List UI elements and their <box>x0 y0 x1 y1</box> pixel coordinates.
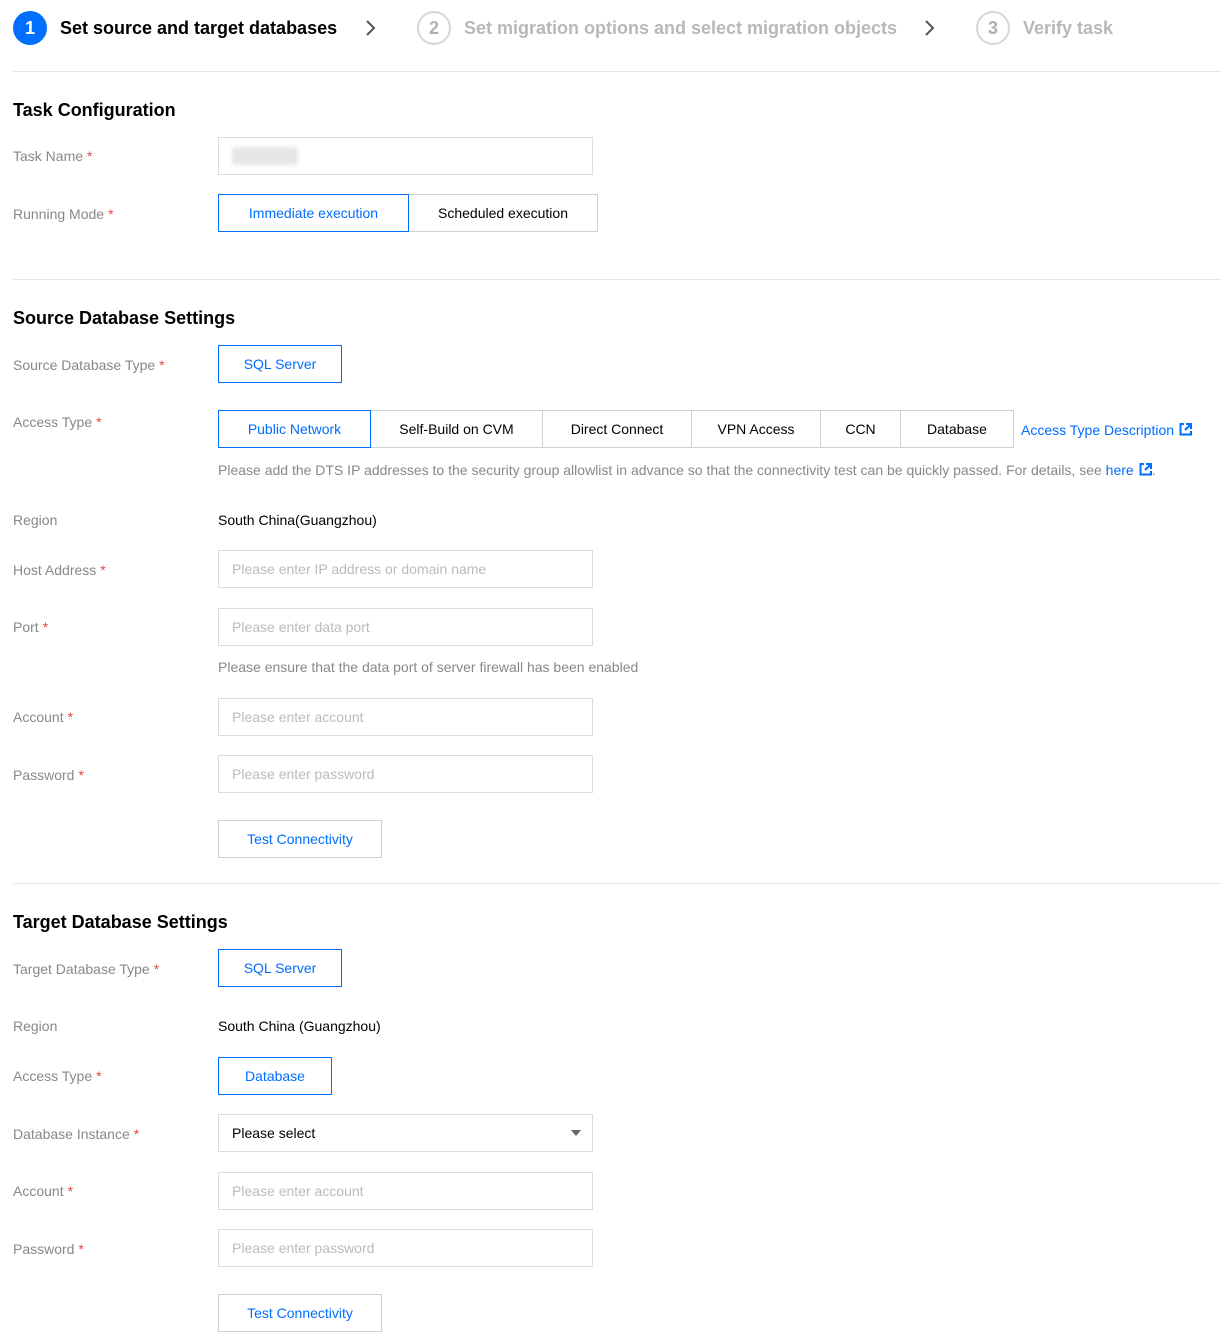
port-input[interactable] <box>218 608 593 646</box>
caret-down-icon <box>571 1130 581 1136</box>
step-2-label: Set migration options and select migrati… <box>464 17 898 38</box>
step-2: 2 Set migration options and select migra… <box>417 8 897 48</box>
target-account-input[interactable] <box>218 1172 593 1210</box>
access-type-self-build-cvm[interactable]: Self-Build on CVM <box>370 410 543 448</box>
source-account-input[interactable] <box>218 698 593 736</box>
external-link-icon <box>1179 423 1193 436</box>
access-type-public-network[interactable]: Public Network <box>218 410 371 448</box>
step-1: 1 Set source and target databases <box>13 8 337 48</box>
source-region-label: Region <box>13 512 58 528</box>
port-hint: Please ensure that the data port of serv… <box>218 659 639 675</box>
access-type-database[interactable]: Database <box>900 410 1014 448</box>
target-access-type-database-button[interactable]: Database <box>218 1057 332 1095</box>
step-3-label: Verify task <box>1023 17 1114 38</box>
step-1-number: 1 <box>13 11 47 45</box>
task-name-label: Task Name * <box>13 148 93 164</box>
source-password-input[interactable] <box>218 755 593 793</box>
database-instance-label: Database Instance * <box>13 1126 140 1142</box>
access-type-ccn[interactable]: CCN <box>820 410 901 448</box>
immediate-execution-button[interactable]: Immediate execution <box>218 194 409 232</box>
step-3-number: 3 <box>976 11 1010 45</box>
step-1-label: Set source and target databases <box>60 17 338 38</box>
allowlist-here-link[interactable]: here <box>1106 462 1152 478</box>
scheduled-execution-button[interactable]: Scheduled execution <box>408 194 598 232</box>
target-sql-server-button[interactable]: SQL Server <box>218 949 342 987</box>
target-password-input[interactable] <box>218 1229 593 1267</box>
target-account-label: Account * <box>13 1183 74 1199</box>
target-region-label: Region <box>13 1018 58 1034</box>
task-name-value-redacted <box>232 147 298 165</box>
allowlist-hint: Please add the DTS IP addresses to the s… <box>218 462 1156 478</box>
source-test-connectivity-button[interactable]: Test Connectivity <box>218 820 382 858</box>
host-address-label: Host Address * <box>13 562 106 578</box>
source-sql-server-button[interactable]: SQL Server <box>218 345 342 383</box>
source-access-type-label: Access Type * <box>13 414 102 430</box>
target-test-connectivity-button[interactable]: Test Connectivity <box>218 1294 382 1332</box>
target-region-value: South China (Guangzhou) <box>218 1018 381 1034</box>
port-label: Port * <box>13 619 49 635</box>
divider <box>13 883 1221 884</box>
section-title-source-database: Source Database Settings <box>13 308 236 328</box>
step-indicator: 1 Set source and target databases 2 Set … <box>13 8 1213 50</box>
section-title-task-configuration: Task Configuration <box>13 100 176 120</box>
access-type-description-link[interactable]: Access Type Description <box>1021 421 1193 439</box>
divider <box>13 279 1221 280</box>
target-password-label: Password * <box>13 1241 84 1257</box>
source-account-label: Account * <box>13 709 74 725</box>
divider <box>13 71 1221 72</box>
host-address-input[interactable] <box>218 550 593 588</box>
step-3: 3 Verify task <box>976 8 1113 48</box>
chevron-right-icon <box>925 20 935 36</box>
section-title-target-database: Target Database Settings <box>13 912 228 932</box>
access-type-vpn-access[interactable]: VPN Access <box>691 410 821 448</box>
source-password-label: Password * <box>13 767 84 783</box>
access-type-direct-connect[interactable]: Direct Connect <box>542 410 692 448</box>
external-link-icon <box>1139 463 1152 476</box>
step-2-number: 2 <box>417 11 451 45</box>
database-instance-select[interactable]: Please select <box>218 1114 593 1152</box>
target-db-type-label: Target Database Type * <box>13 961 160 977</box>
target-access-type-label: Access Type * <box>13 1068 102 1084</box>
running-mode-label: Running Mode * <box>13 206 114 222</box>
source-db-type-label: Source Database Type * <box>13 357 165 373</box>
database-instance-value: Please select <box>232 1125 316 1141</box>
chevron-right-icon <box>366 20 376 36</box>
source-region-value: South China(Guangzhou) <box>218 512 377 528</box>
